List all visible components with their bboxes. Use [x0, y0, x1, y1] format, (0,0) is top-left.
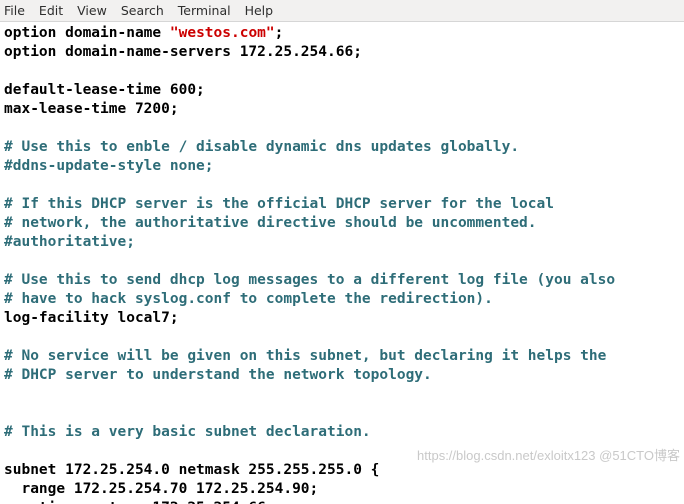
code-line: range 172.25.254.70 172.25.254.90; — [4, 481, 318, 497]
code-line: option domain-name-servers 172.25.254.66… — [4, 44, 362, 60]
code-line: option routers 172.25.254.66; — [4, 500, 275, 504]
menu-edit[interactable]: Edit — [39, 3, 63, 18]
code-comment: # network, the authoritative directive s… — [4, 215, 537, 231]
code-comment: # Use this to send dhcp log messages to … — [4, 272, 615, 288]
code-line: subnet 172.25.254.0 netmask 255.255.255.… — [4, 462, 379, 478]
code-comment: #ddns-update-style none; — [4, 158, 214, 174]
menu-terminal[interactable]: Terminal — [178, 3, 231, 18]
menubar: File Edit View Search Terminal Help — [0, 0, 684, 22]
code-comment: # have to hack syslog.conf to complete t… — [4, 291, 493, 307]
code-comment: # This is a very basic subnet declaratio… — [4, 424, 371, 440]
code-line: max-lease-time 7200; — [4, 101, 179, 117]
code-line: default-lease-time 600; — [4, 82, 205, 98]
menu-search[interactable]: Search — [121, 3, 164, 18]
code-comment: # No service will be given on this subne… — [4, 348, 606, 364]
code-comment: # DHCP server to understand the network … — [4, 367, 432, 383]
code-comment: # Use this to enble / disable dynamic dn… — [4, 139, 519, 155]
code-line: option domain-name "westos.com"; — [4, 25, 283, 41]
code-line: log-facility local7; — [4, 310, 179, 326]
menu-view[interactable]: View — [77, 3, 107, 18]
code-comment: #authoritative; — [4, 234, 135, 250]
menu-help[interactable]: Help — [245, 3, 274, 18]
editor-area[interactable]: option domain-name "westos.com"; option … — [0, 22, 684, 504]
menu-file[interactable]: File — [4, 3, 25, 18]
code-comment: # If this DHCP server is the official DH… — [4, 196, 554, 212]
